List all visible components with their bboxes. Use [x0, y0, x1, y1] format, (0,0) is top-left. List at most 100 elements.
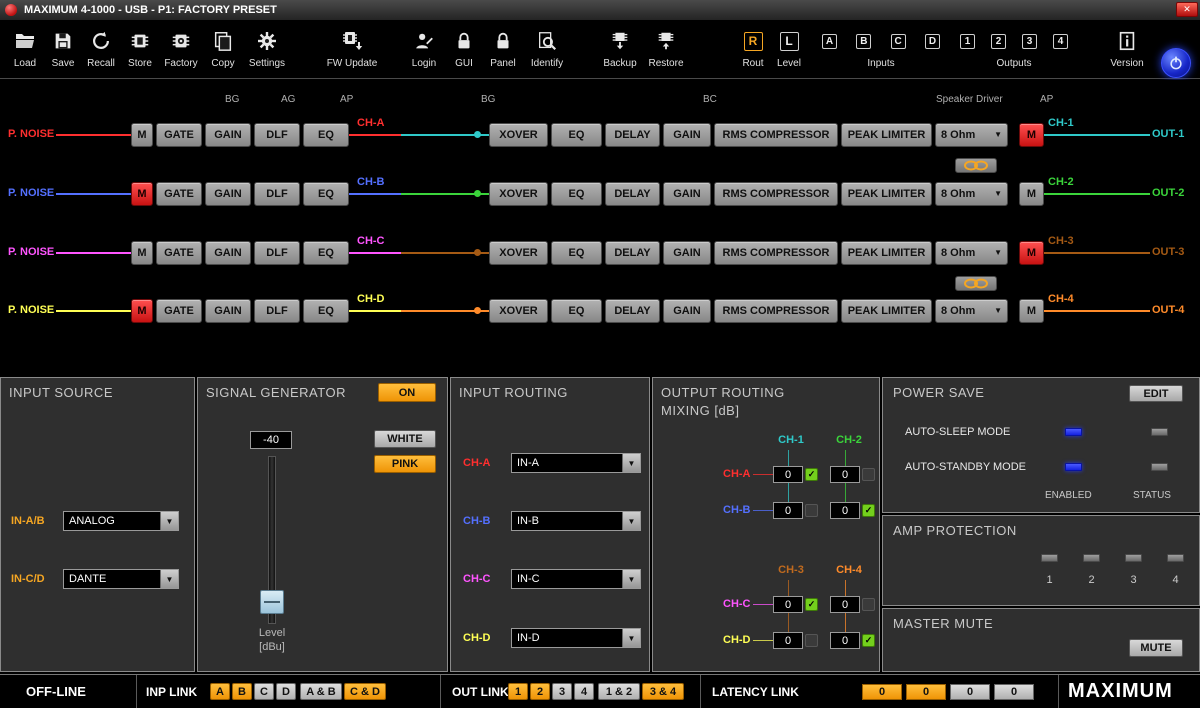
inp-link-cd-button[interactable]: C & D [344, 683, 386, 700]
input-a-button[interactable]: A [822, 34, 837, 49]
peak-limiter-button[interactable]: PEAK LIMITER [841, 241, 932, 265]
white-noise-button[interactable]: WHITE [374, 430, 436, 448]
mix-gain-value[interactable]: 0 [773, 632, 803, 649]
output-3-button[interactable]: 3 [1022, 34, 1037, 49]
in-ab-source-dropdown[interactable]: ANALOG ▼ [63, 511, 179, 531]
panel-lock-button[interactable]: Panel [482, 24, 524, 74]
eq-button[interactable]: EQ [303, 123, 349, 147]
latency-value-4[interactable]: 0 [994, 684, 1034, 700]
output-mute-button[interactable]: M [1019, 123, 1044, 147]
copy-button[interactable]: Copy [202, 24, 244, 74]
mix-gain-value[interactable]: 0 [773, 502, 803, 519]
backup-button[interactable]: Backup [597, 24, 643, 74]
ch-a-input-dropdown[interactable]: IN-A ▼ [511, 453, 641, 473]
rout-r-button[interactable]: R [744, 32, 763, 51]
rms-compressor-button[interactable]: RMS COMPRESSOR [714, 241, 838, 265]
mix-enable-checkbox[interactable]: ✓ [862, 468, 875, 481]
power-save-edit-button[interactable]: EDIT [1129, 385, 1183, 402]
out-link-3-button[interactable]: 3 [552, 683, 572, 700]
mix-gain-value[interactable]: 0 [830, 466, 860, 483]
gate-button[interactable]: GATE [156, 182, 202, 206]
speaker-link-button-1-2[interactable] [955, 158, 997, 173]
gui-lock-button[interactable]: GUI [446, 24, 482, 74]
impedance-dropdown[interactable]: 8 Ohm▼ [935, 182, 1008, 206]
output-eq-button[interactable]: EQ [551, 123, 602, 147]
inp-link-d-button[interactable]: D [276, 683, 296, 700]
dlf-button[interactable]: DLF [254, 182, 300, 206]
rout-toggle[interactable]: R Rout [735, 24, 771, 74]
impedance-dropdown[interactable]: 8 Ohm▼ [935, 299, 1008, 323]
output-gain-button[interactable]: GAIN [663, 123, 711, 147]
in-cd-source-dropdown[interactable]: DANTE ▼ [63, 569, 179, 589]
mix-gain-value[interactable]: 0 [773, 596, 803, 613]
store-button[interactable]: Store [120, 24, 160, 74]
inp-link-a-button[interactable]: A [210, 683, 230, 700]
input-mute-button[interactable]: M [131, 182, 153, 206]
version-button[interactable]: Version [1102, 24, 1152, 74]
save-button[interactable]: Save [44, 24, 82, 74]
factory-button[interactable]: Factory [160, 24, 202, 74]
restore-button[interactable]: Restore [643, 24, 689, 74]
inp-link-ab-button[interactable]: A & B [300, 683, 342, 700]
output-1-button[interactable]: 1 [960, 34, 975, 49]
gate-button[interactable]: GATE [156, 241, 202, 265]
output-mute-button[interactable]: M [1019, 182, 1044, 206]
mix-gain-value[interactable]: 0 [773, 466, 803, 483]
pink-noise-button[interactable]: PINK [374, 455, 436, 473]
out-link-2-button[interactable]: 2 [530, 683, 550, 700]
latency-value-2[interactable]: 0 [906, 684, 946, 700]
generator-level-slider-handle[interactable] [260, 590, 284, 614]
settings-button[interactable]: Settings [244, 24, 290, 74]
xover-button[interactable]: XOVER [489, 182, 548, 206]
mix-gain-value[interactable]: 0 [830, 632, 860, 649]
input-mute-button[interactable]: M [131, 123, 153, 147]
mix-enable-checkbox[interactable]: ✓ [862, 634, 875, 647]
master-mute-button[interactable]: MUTE [1129, 639, 1183, 657]
output-2-button[interactable]: 2 [991, 34, 1006, 49]
dlf-button[interactable]: DLF [254, 241, 300, 265]
out-link-12-button[interactable]: 1 & 2 [598, 683, 640, 700]
gain-button[interactable]: GAIN [205, 182, 251, 206]
mix-enable-checkbox[interactable]: ✓ [805, 634, 818, 647]
delay-button[interactable]: DELAY [605, 299, 660, 323]
delay-button[interactable]: DELAY [605, 182, 660, 206]
output-4-button[interactable]: 4 [1053, 34, 1068, 49]
output-gain-button[interactable]: GAIN [663, 241, 711, 265]
output-gain-button[interactable]: GAIN [663, 299, 711, 323]
xover-button[interactable]: XOVER [489, 299, 548, 323]
level-l-button[interactable]: L [780, 32, 799, 51]
power-button[interactable] [1161, 48, 1191, 78]
login-button[interactable]: Login [402, 24, 446, 74]
output-mute-button[interactable]: M [1019, 241, 1044, 265]
output-mute-button[interactable]: M [1019, 299, 1044, 323]
latency-value-3[interactable]: 0 [950, 684, 990, 700]
rms-compressor-button[interactable]: RMS COMPRESSOR [714, 182, 838, 206]
dlf-button[interactable]: DLF [254, 299, 300, 323]
out-link-34-button[interactable]: 3 & 4 [642, 683, 684, 700]
delay-button[interactable]: DELAY [605, 123, 660, 147]
xover-button[interactable]: XOVER [489, 241, 548, 265]
output-gain-button[interactable]: GAIN [663, 182, 711, 206]
gate-button[interactable]: GATE [156, 123, 202, 147]
input-mute-button[interactable]: M [131, 299, 153, 323]
identify-button[interactable]: Identify [524, 24, 570, 74]
input-d-button[interactable]: D [925, 34, 940, 49]
impedance-dropdown[interactable]: 8 Ohm▼ [935, 241, 1008, 265]
ch-c-input-dropdown[interactable]: IN-C ▼ [511, 569, 641, 589]
rms-compressor-button[interactable]: RMS COMPRESSOR [714, 123, 838, 147]
mix-gain-value[interactable]: 0 [830, 596, 860, 613]
mix-enable-checkbox[interactable]: ✓ [805, 504, 818, 517]
latency-value-1[interactable]: 0 [862, 684, 902, 700]
mix-enable-checkbox[interactable]: ✓ [805, 598, 818, 611]
input-c-button[interactable]: C [891, 34, 906, 49]
delay-button[interactable]: DELAY [605, 241, 660, 265]
rms-compressor-button[interactable]: RMS COMPRESSOR [714, 299, 838, 323]
xover-button[interactable]: XOVER [489, 123, 548, 147]
out-link-1-button[interactable]: 1 [508, 683, 528, 700]
gain-button[interactable]: GAIN [205, 299, 251, 323]
fw-update-button[interactable]: FW Update [320, 24, 384, 74]
output-eq-button[interactable]: EQ [551, 182, 602, 206]
mix-enable-checkbox[interactable]: ✓ [805, 468, 818, 481]
ch-b-input-dropdown[interactable]: IN-B ▼ [511, 511, 641, 531]
output-eq-button[interactable]: EQ [551, 241, 602, 265]
